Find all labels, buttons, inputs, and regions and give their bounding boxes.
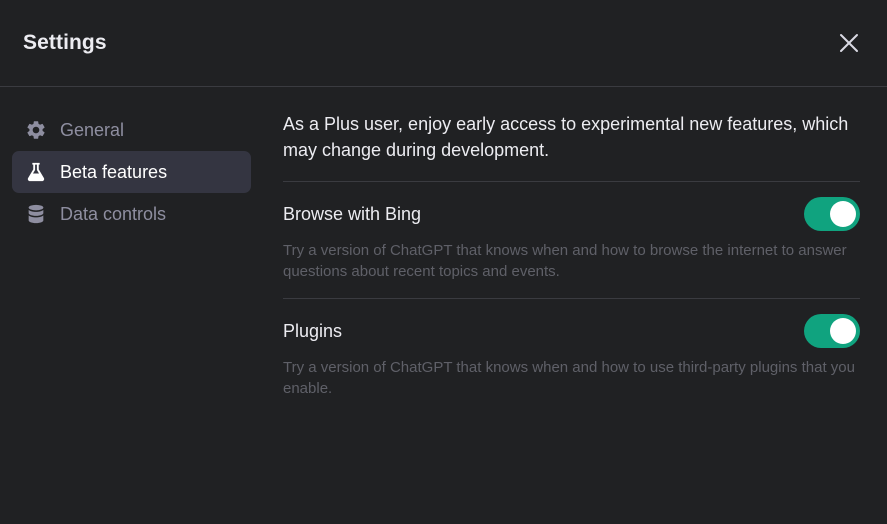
settings-sidebar: General Beta features Data controls [12,109,251,415]
flask-icon [24,160,48,184]
tab-general[interactable]: General [12,109,251,151]
feature-name: Plugins [283,320,343,341]
feature-description: Try a version of ChatGPT that knows when… [283,359,855,397]
dialog-title: Settings [23,31,107,54]
toggle-knob [830,318,856,344]
tab-beta-features[interactable]: Beta features [12,151,251,193]
tab-data-controls[interactable]: Data controls [12,193,251,235]
toggle-knob [830,201,856,227]
plugins-toggle[interactable] [804,314,860,348]
feature-name: Browse with Bing [283,203,422,224]
settings-dialog: Settings General Beta features Data cont… [0,0,887,524]
database-icon [24,202,48,226]
dialog-body: General Beta features Data controls As a… [0,87,887,415]
tab-general-label: General [60,119,125,140]
gear-icon [24,118,48,142]
feature-description: Try a version of ChatGPT that knows when… [283,242,847,280]
tab-beta-features-label: Beta features [60,161,168,182]
browse-with-bing-toggle[interactable] [804,197,860,231]
dialog-header: Settings [0,0,887,87]
close-button[interactable] [837,31,861,55]
tab-data-controls-label: Data controls [60,203,167,224]
close-icon [840,34,858,52]
feature-browse-with-bing: Browse with Bing Try a version of ChatGP… [283,182,860,299]
feature-plugins: Plugins Try a version of ChatGPT that kn… [283,299,860,415]
intro-text: As a Plus user, enjoy early access to ex… [283,111,860,182]
beta-features-panel: As a Plus user, enjoy early access to ex… [283,109,860,415]
